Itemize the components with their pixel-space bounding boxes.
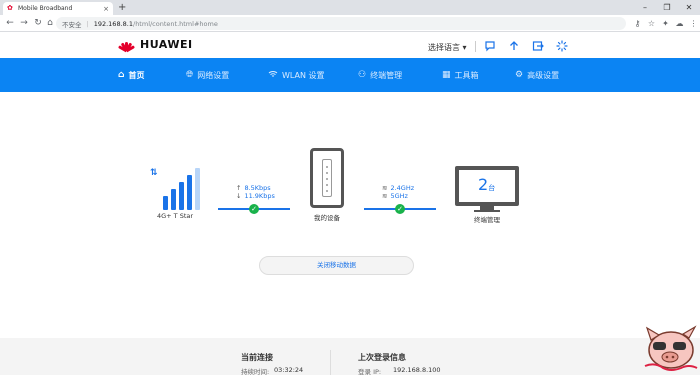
download-rate: 11.9Kbps <box>244 192 275 200</box>
wlan-ok-check-icon: ✓ <box>395 204 405 214</box>
data-transfer-arrows-icon: ⇅ <box>150 168 158 178</box>
monitor-base <box>474 210 500 212</box>
home-browser-icon[interactable]: ⌂ <box>44 17 56 29</box>
message-icon[interactable] <box>484 40 496 52</box>
window-close-icon[interactable]: ✕ <box>678 0 700 15</box>
site-header: HUAWEI 选择语言 ▾ <box>0 33 700 58</box>
close-mobile-data-button[interactable]: 关闭移动数据 <box>259 256 414 275</box>
globe-icon: 🌐︎ <box>186 70 194 80</box>
devices-icon: ⚇ <box>358 70 367 80</box>
nav-item-label: 高级设置 <box>527 70 560 80</box>
upload-arrow-icon: ↑ <box>236 184 242 192</box>
nav-item-label: 终端管理 <box>370 70 403 80</box>
nav-item-label: WLAN 设置 <box>282 70 325 80</box>
browser-tab[interactable]: ✿ Mobile Broadband × <box>3 2 113 15</box>
logout-icon[interactable] <box>532 40 544 52</box>
nav-item-label: 网络设置 <box>197 70 230 80</box>
browser-toolbar: ← → ↻ ⌂ 不安全 | 192.168.8.1 /html/content.… <box>0 15 700 32</box>
device-count: 2台 <box>478 175 495 194</box>
signal-bar <box>187 175 192 210</box>
wifi-bands: ≋ 2.4GHz ≋ 5GHz <box>382 184 414 200</box>
forward-icon[interactable]: → <box>18 17 30 29</box>
nav-item-home[interactable]: ⌂ 首页 <box>118 58 144 92</box>
huawei-logo[interactable]: HUAWEI <box>117 38 193 53</box>
wifi-band-24: 2.4GHz <box>390 184 415 192</box>
language-select[interactable]: 选择语言 ▾ <box>428 42 467 53</box>
loading-spinner-icon <box>556 40 568 52</box>
wan-ok-check-icon: ✓ <box>249 204 259 214</box>
tab-close-icon[interactable]: × <box>103 5 109 13</box>
wifi-icon <box>268 70 278 81</box>
router-led <box>326 166 328 168</box>
upload-rate: 8.5Kbps <box>244 184 271 192</box>
nav-item-device-management[interactable]: ⚇ 终端管理 <box>358 58 402 92</box>
gear-icon: ⚙ <box>515 70 524 80</box>
duration-value: 03:32:24 <box>274 366 304 374</box>
header-divider <box>475 41 476 52</box>
nav-item-toolbox[interactable]: ▦ 工具箱 <box>442 58 479 92</box>
signal-bar <box>171 189 176 210</box>
url-host: 192.168.8.1 <box>93 19 133 28</box>
device-count-number: 2 <box>478 175 489 194</box>
router-panel <box>322 159 332 197</box>
download-arrow-icon: ↓ <box>236 192 242 200</box>
signal-bar <box>179 182 184 210</box>
signal-bar <box>163 196 168 210</box>
my-device-label: 我的设备 <box>314 214 340 222</box>
update-arrow-icon[interactable] <box>508 40 520 52</box>
signal-strength-icon[interactable]: ⇅ <box>150 168 202 210</box>
nav-item-label: 工具箱 <box>454 70 479 80</box>
brand-name: HUAWEI <box>140 38 193 51</box>
tab-title: Mobile Broadband <box>18 5 73 12</box>
wifi-icon: ≋ <box>382 192 388 200</box>
nav-item-label: 首页 <box>128 70 145 80</box>
wifi-band-5: 5GHz <box>390 192 408 200</box>
main-nav: ⌂ 首页 🌐︎ 网络设置 WLAN 设置 ⚇ 终端管理 ▦ 工具箱 ⚙ 高级设置 <box>0 58 700 92</box>
url-path: /html/content.html#home <box>133 19 218 28</box>
toolbox-icon: ▦ <box>442 70 451 80</box>
pig-mascot-watermark-icon <box>644 325 698 371</box>
extension-icon[interactable]: ✦ <box>660 18 671 29</box>
router-led <box>326 190 328 192</box>
wifi-icon: ≋ <box>382 184 388 192</box>
network-operator-label: 4G+ T Star <box>156 212 194 220</box>
key-icon[interactable]: ⚷ <box>632 18 643 29</box>
current-connection-title: 当前连接 <box>241 353 273 362</box>
device-management-label: 终端管理 <box>474 216 500 224</box>
router-led <box>326 172 328 174</box>
last-login-title: 上次登录信息 <box>358 353 406 362</box>
nav-item-network-settings[interactable]: 🌐︎ 网络设置 <box>186 58 229 92</box>
router-led <box>326 178 328 180</box>
login-ip-value: 192.168.8.100 <box>393 366 441 374</box>
star-icon[interactable]: ☆ <box>646 18 657 29</box>
menu-icon[interactable]: ⋮ <box>688 18 699 29</box>
device-count-unit: 台 <box>488 184 496 192</box>
router-led <box>326 184 328 186</box>
traffic-rates: ↑ 8.5Kbps ↓ 11.9Kbps <box>236 184 275 200</box>
footer-divider <box>330 350 331 375</box>
not-secure-label[interactable]: 不安全 <box>62 19 82 29</box>
maximize-icon[interactable]: ❐ <box>656 0 678 15</box>
browser-tab-bar: ✿ Mobile Broadband × + – ❐ ✕ <box>0 0 700 15</box>
profile-icon[interactable]: ☁ <box>674 18 685 29</box>
huawei-favicon-icon: ✿ <box>7 4 13 12</box>
nav-item-advanced-settings[interactable]: ⚙ 高级设置 <box>515 58 559 92</box>
huawei-flower-icon <box>117 38 136 53</box>
connection-info-footer: 当前连接 持续时间: 03:32:24 上次登录信息 登录 IP: 192.16… <box>0 338 700 376</box>
nav-item-wlan-settings[interactable]: WLAN 设置 <box>268 58 325 92</box>
reload-icon[interactable]: ↻ <box>32 17 44 29</box>
url-separator: | <box>86 19 89 28</box>
new-tab-button[interactable]: + <box>118 2 126 13</box>
minimize-icon[interactable]: – <box>634 0 656 15</box>
home-icon: ⌂ <box>118 70 125 80</box>
router-device-icon[interactable] <box>310 148 344 208</box>
back-icon[interactable]: ← <box>4 17 16 29</box>
address-bar[interactable]: 不安全 | 192.168.8.1 /html/content.html#hom… <box>56 17 626 30</box>
signal-bar <box>195 168 200 210</box>
